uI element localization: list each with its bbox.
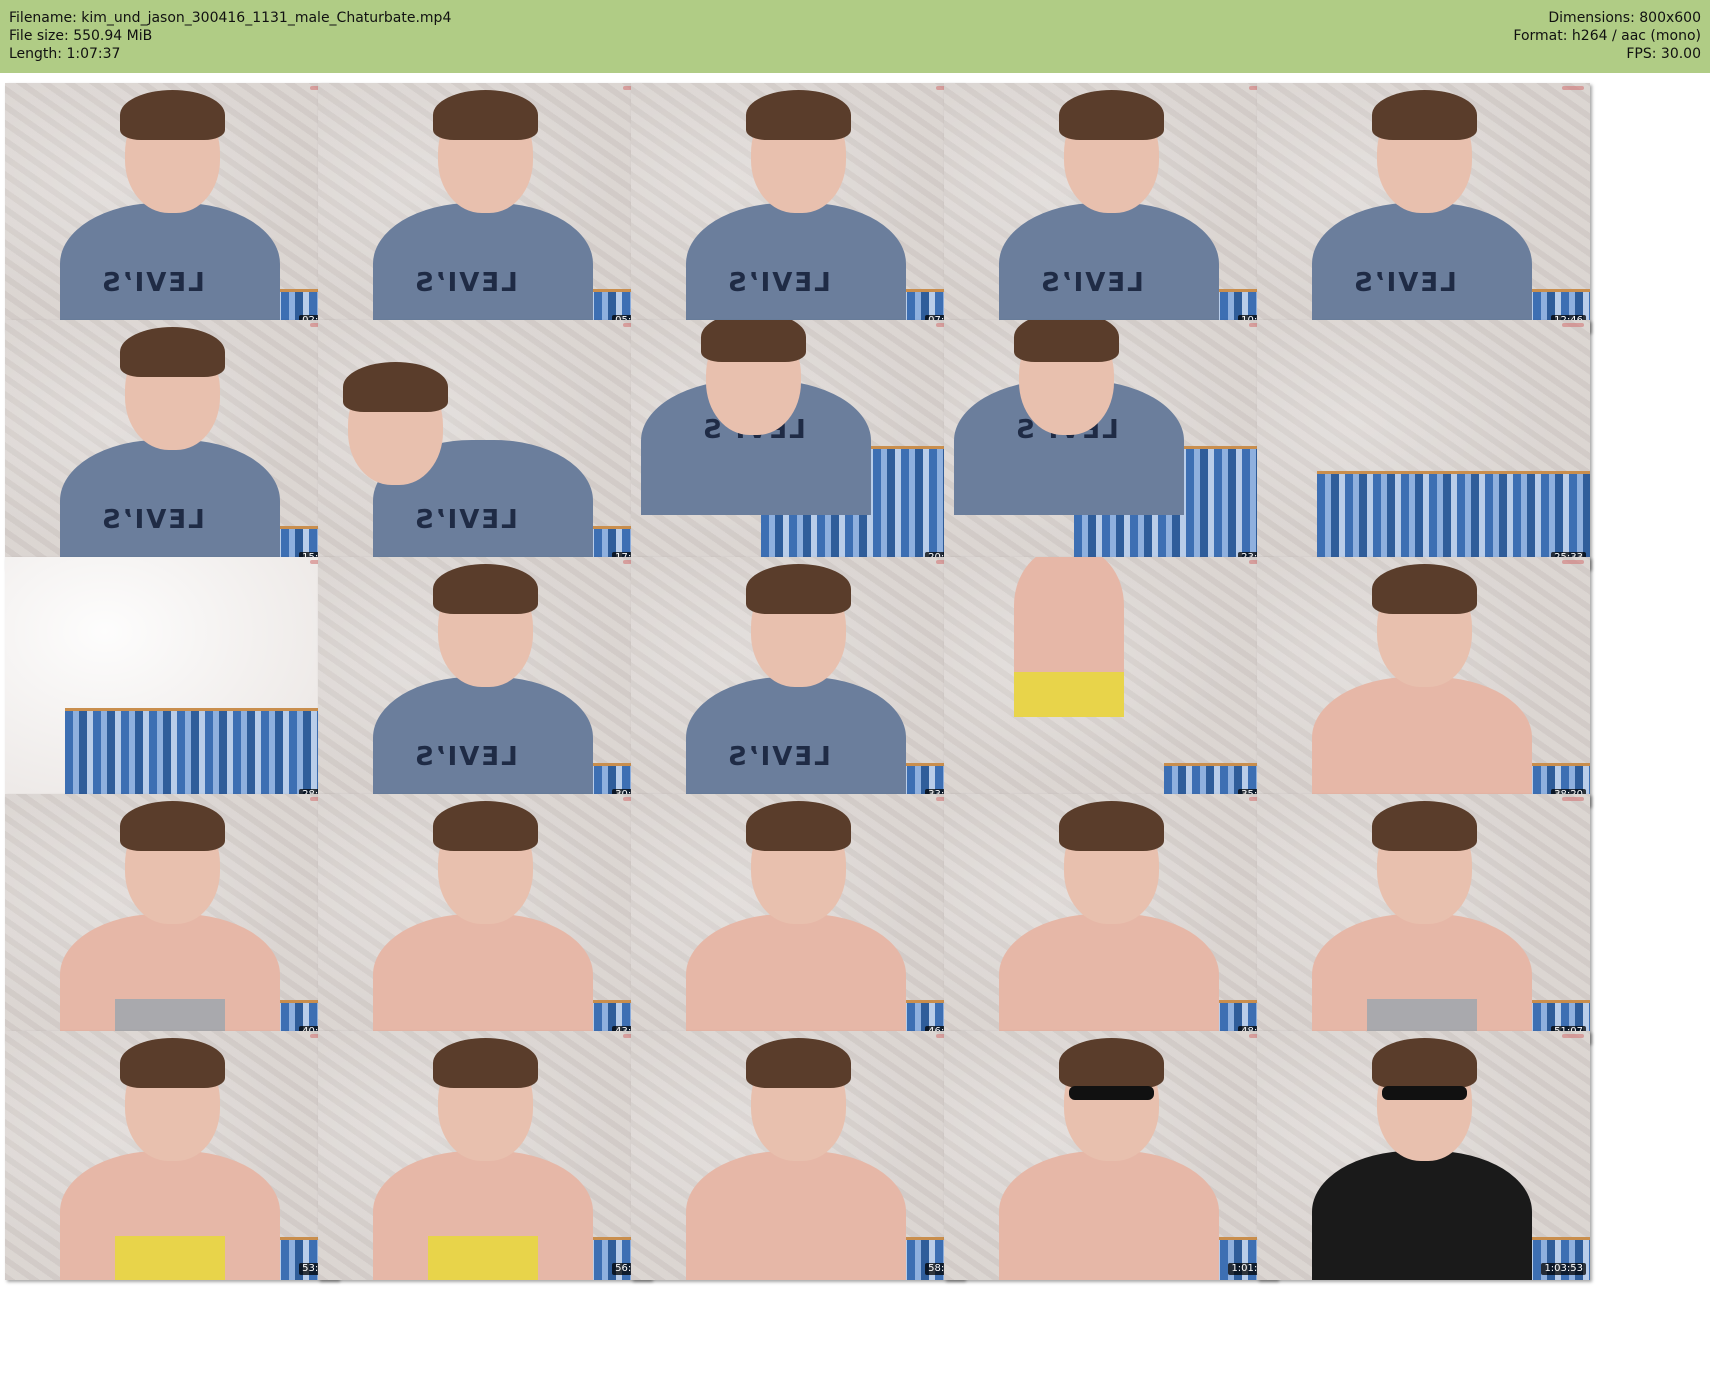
thumbnail: LEVI’S05:06 xyxy=(318,83,651,332)
thumbnail: LEVI’S17:53 xyxy=(318,320,651,569)
thumbnail-image xyxy=(5,794,338,1043)
thumbnail: 40:53 xyxy=(5,794,338,1043)
thumbnail-image xyxy=(631,794,964,1043)
thumbnail: 1:03:53 xyxy=(1257,1031,1590,1280)
thumbnail-image xyxy=(1257,320,1590,569)
thumbnail-image: LEVI’S xyxy=(1257,83,1590,332)
thumbnail: LEVI’S30:40 xyxy=(318,557,651,806)
sunglasses xyxy=(1382,1086,1467,1100)
thumbnail: LEVI’S15:20 xyxy=(5,320,338,569)
thumbnail: LEVI’S07:40 xyxy=(631,83,964,332)
sweater-logo: LEVI’S xyxy=(1352,268,1457,298)
sweater-logo: LEVI’S xyxy=(726,268,831,298)
thumbnail: LEVI’S02:33 xyxy=(5,83,338,332)
thumbnail-image: LEVI’S xyxy=(5,83,338,332)
thumbnail: 56:13 xyxy=(318,1031,651,1280)
thumbnail-image: LEVI’S xyxy=(631,83,964,332)
info-header: Filename: kim_und_jason_300416_1131_male… xyxy=(0,0,1710,73)
thumbnail-image xyxy=(5,1031,338,1280)
thumbnail: 46:00 xyxy=(631,794,964,1043)
thumbnail-image: LEVI’S xyxy=(944,83,1277,332)
fps-text: FPS: 30.00 xyxy=(1626,46,1701,62)
thumbnail: 48:33 xyxy=(944,794,1277,1043)
filename-text: Filename: kim_und_jason_300416_1131_male… xyxy=(9,10,452,26)
thumbnail-image: LEVI’S xyxy=(631,557,964,806)
sweater-logo: LEVI’S xyxy=(413,742,518,772)
thumbnail-image: LEVI’S xyxy=(318,557,651,806)
thumbnail-image: LEVI’S xyxy=(318,320,651,569)
sweater-logo: LEVI’S xyxy=(1039,268,1144,298)
thumbnail-image xyxy=(1257,794,1590,1043)
thumbnail-image: LEVI’S xyxy=(944,320,1277,569)
thumbnail: 25:33 xyxy=(1257,320,1590,569)
thumbnail-image: LEVI’S xyxy=(318,83,651,332)
thumbnail-grid: LEVI’S02:33LEVI’S05:06LEVI’S07:40LEVI’S1… xyxy=(5,83,1705,1368)
thumbnail-image xyxy=(318,1031,651,1280)
thumbnail-image xyxy=(1257,1031,1590,1280)
sweater-logo: LEVI’S xyxy=(413,505,518,535)
thumbnail-image xyxy=(5,557,338,806)
sweater-logo: LEVI’S xyxy=(413,268,518,298)
thumbnail: 53:40 xyxy=(5,1031,338,1280)
video-info: Dimensions: 800x600 Format: h264 / aac (… xyxy=(1513,9,1701,63)
thumbnail: LEVI’S12:46 xyxy=(1257,83,1590,332)
thumbnail-image xyxy=(631,1031,964,1280)
sweater-logo: LEVI’S xyxy=(100,268,205,298)
thumbnail: 1:01:20 xyxy=(944,1031,1277,1280)
sweater-logo: LEVI’S xyxy=(100,505,205,535)
thumbnail-image xyxy=(318,794,651,1043)
length-text: Length: 1:07:37 xyxy=(9,46,121,62)
sweater-logo: LEVI’S xyxy=(726,742,831,772)
sunglasses xyxy=(1069,1086,1154,1100)
filesize-text: File size: 550.94 MiB xyxy=(9,28,153,44)
thumbnail-image xyxy=(944,557,1277,806)
thumbnail: LEVI’S23:00 xyxy=(944,320,1277,569)
thumbnail-image: LEVI’S xyxy=(5,320,338,569)
thumbnail-image: LEVI’S xyxy=(631,320,964,569)
thumbnail: 51:07 xyxy=(1257,794,1590,1043)
thumbnail: 43:27 xyxy=(318,794,651,1043)
thumbnail: 28:06 xyxy=(5,557,338,806)
thumbnail: 58:47 xyxy=(631,1031,964,1280)
file-info: Filename: kim_und_jason_300416_1131_male… xyxy=(9,9,451,63)
thumbnail-image xyxy=(1257,557,1590,806)
thumbnail: 35:46 xyxy=(944,557,1277,806)
thumbnail: LEVI’S33:13 xyxy=(631,557,964,806)
format-text: Format: h264 / aac (mono) xyxy=(1513,28,1701,44)
thumbnail-image xyxy=(944,794,1277,1043)
thumbnail: 38:20 xyxy=(1257,557,1590,806)
timestamp-label: 1:03:53 xyxy=(1541,1263,1586,1275)
thumbnail: LEVI’S20:26 xyxy=(631,320,964,569)
thumbnail-image xyxy=(944,1031,1277,1280)
thumbnail: LEVI’S10:13 xyxy=(944,83,1277,332)
dimensions-text: Dimensions: 800x600 xyxy=(1548,10,1701,26)
